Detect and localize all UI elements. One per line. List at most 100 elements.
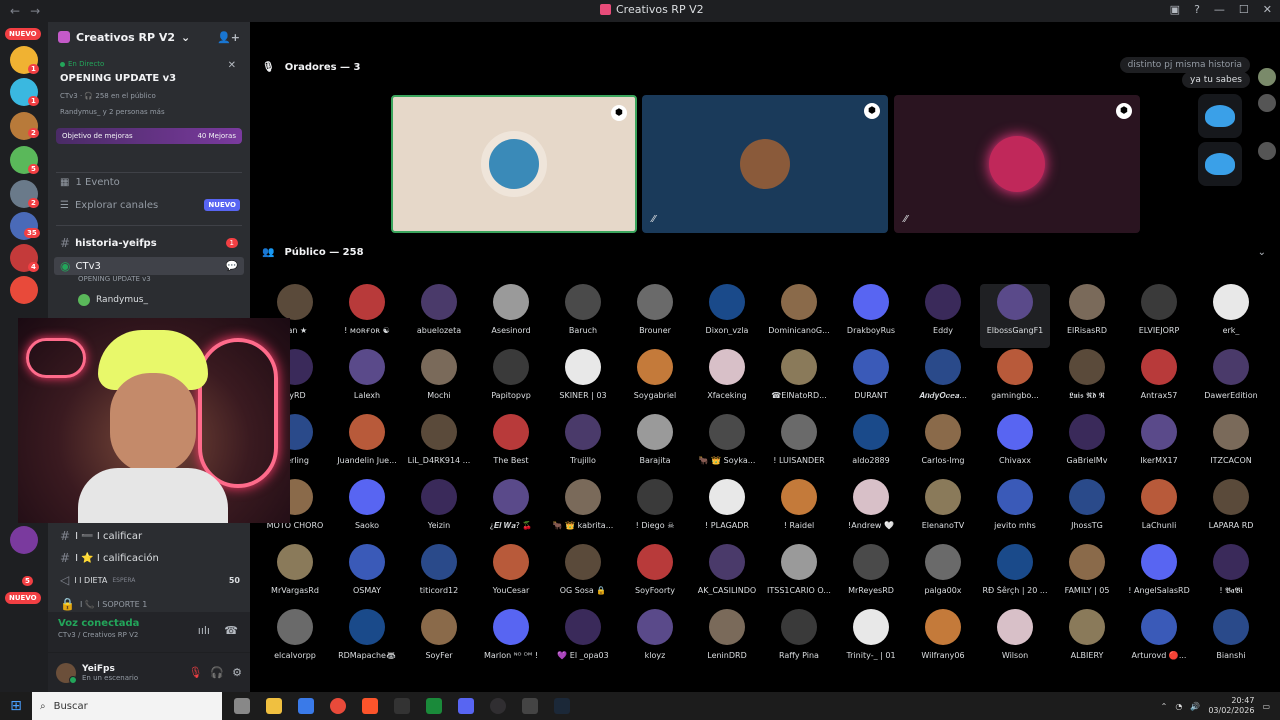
audience-member[interactable]: Lalexh	[332, 349, 402, 413]
audience-member[interactable]: 🐂 👑 Soyka...	[692, 414, 762, 478]
audience-member[interactable]: ! AngelSalasRD	[1124, 544, 1194, 608]
channel-historia-yeifps[interactable]: # historia-yeifps 1	[54, 234, 244, 252]
audience-member[interactable]: FAMILY | 05	[1052, 544, 1122, 608]
audience-member[interactable]: ! 𝕭𝖆𝕭𝖎	[1196, 544, 1266, 608]
windows-start-icon[interactable]: ⊞	[0, 698, 32, 714]
voice-user[interactable]: Randymus_	[78, 294, 148, 306]
audience-member[interactable]: erk_	[1196, 284, 1266, 348]
audience-member[interactable]: The Best	[476, 414, 546, 478]
audience-member[interactable]: DURANT	[836, 349, 906, 413]
audience-member[interactable]: 𝕷𝖚𝖎𝖘 𝕽𝖉 𝕽	[1052, 349, 1122, 413]
close-icon[interactable]: ✕	[228, 60, 236, 71]
live-event-card[interactable]: ✕ En Directo OPENING UPDATE v3 CTv3 · 🎧 …	[54, 54, 244, 122]
steam-icon[interactable]	[554, 698, 570, 714]
audience-member[interactable]: Wilson	[980, 609, 1050, 673]
audience-member[interactable]: kloyz	[620, 609, 690, 673]
avatar[interactable]	[56, 662, 77, 684]
close-button[interactable]: ✕	[1263, 3, 1272, 16]
channel-soporte[interactable]: 🔒 I 📞 I SOPORTE 1	[54, 595, 244, 613]
audience-member[interactable]: ¿𝑬𝒍 𝑾𝒂? 🍒	[476, 479, 546, 543]
sticker-icon[interactable]	[1198, 94, 1242, 138]
chrome-icon[interactable]	[330, 698, 346, 714]
audience-member[interactable]: IkerMX17	[1124, 414, 1194, 478]
audience-member[interactable]: LiL_D4RK914 ...	[404, 414, 474, 478]
audience-member[interactable]: Chivaxx	[980, 414, 1050, 478]
soundboard-icon[interactable]: ıılı	[198, 624, 210, 637]
minimize-button[interactable]: —	[1214, 3, 1225, 16]
audience-member[interactable]: ElRisasRD	[1052, 284, 1122, 348]
audience-member[interactable]: Bianshi	[1196, 609, 1266, 673]
audience-member[interactable]: Baruch	[548, 284, 618, 348]
audience-member[interactable]: LAPARA RD	[1196, 479, 1266, 543]
discord-icon[interactable]	[458, 698, 474, 714]
maximize-button[interactable]: ☐	[1239, 3, 1249, 16]
brave-icon[interactable]	[362, 698, 378, 714]
audience-member[interactable]: SKINER | 03	[548, 349, 618, 413]
audience-member[interactable]: ! ᴍᴏʀғᴏʀ ☯	[332, 284, 402, 348]
explore-channels[interactable]: ☰ Explorar canales NUEVO	[60, 199, 240, 211]
stage-channel-ctv3[interactable]: ◉ CTv3 💬	[54, 257, 244, 275]
audience-member[interactable]: LaChunli	[1124, 479, 1194, 543]
audience-member[interactable]: Dixon_vzla	[692, 284, 762, 348]
back-arrow-icon[interactable]: ←	[10, 4, 20, 18]
gear-icon[interactable]: ⚙	[232, 666, 242, 679]
store-icon[interactable]	[298, 698, 314, 714]
audience-member[interactable]: ! LUISANDER	[764, 414, 834, 478]
audience-member[interactable]: ELVIEJORP	[1124, 284, 1194, 348]
audience-member[interactable]: MrVargasRd	[260, 544, 330, 608]
speaker-tile[interactable]: ⬢ ⁄⁄	[894, 95, 1140, 233]
channel-calificar[interactable]: # I ➖ I calificar	[54, 527, 244, 545]
audience-member[interactable]: JhossTG	[1052, 479, 1122, 543]
audience-member[interactable]: SoyFoorty	[620, 544, 690, 608]
audience-member[interactable]: Asesinord	[476, 284, 546, 348]
audience-member[interactable]: RÐ Šêrçh | 20 ...	[980, 544, 1050, 608]
boost-goal[interactable]: Objetivo de mejoras 40 Mejoras	[56, 128, 242, 144]
voice-channel-label[interactable]: CTv3 / Creativos RP V2	[58, 631, 240, 639]
audience-member[interactable]: Raffy Pina	[764, 609, 834, 673]
mic-muted-icon[interactable]: 🎙	[188, 666, 202, 679]
audience-member[interactable]: OG Sosa 🔒	[548, 544, 618, 608]
headphones-icon[interactable]: 🎧	[210, 666, 224, 679]
audience-member[interactable]: jevito mhs	[980, 479, 1050, 543]
help-icon[interactable]: ?	[1194, 3, 1200, 16]
audience-member[interactable]: ElenanoTV	[908, 479, 978, 543]
audience-member[interactable]: !Andrew 🤍	[836, 479, 906, 543]
audience-member[interactable]: RDMapache🦝	[332, 609, 402, 673]
audience-member[interactable]: ! Raidel	[764, 479, 834, 543]
app-icon[interactable]	[522, 698, 538, 714]
inbox-icon[interactable]: ▣	[1170, 3, 1180, 16]
forward-arrow-icon[interactable]: →	[30, 4, 40, 18]
audience-member[interactable]: ☎ElNatoRD...	[764, 349, 834, 413]
audience-member[interactable]: Brouner	[620, 284, 690, 348]
audience-member[interactable]: Wilfrany06	[908, 609, 978, 673]
chevron-up-icon[interactable]: ⌃	[1161, 702, 1168, 711]
audience-member[interactable]: DominicanoG...	[764, 284, 834, 348]
audience-member[interactable]: palga00x	[908, 544, 978, 608]
audience-member[interactable]: ! Diego ☠	[620, 479, 690, 543]
audience-member[interactable]: DrakboyRus	[836, 284, 906, 348]
capcut-icon[interactable]	[394, 698, 410, 714]
obs-icon[interactable]	[490, 698, 506, 714]
speaker-tile[interactable]: ⬢	[391, 95, 637, 233]
audience-member[interactable]: Barajita	[620, 414, 690, 478]
audience-member[interactable]: LeninDRD	[692, 609, 762, 673]
avatar[interactable]	[1258, 68, 1276, 86]
audience-member[interactable]: Xfaceking	[692, 349, 762, 413]
server-header[interactable]: Creativos RP V2 ⌄ 👤+	[48, 22, 250, 52]
audience-member[interactable]: elcalvorpp	[260, 609, 330, 673]
wifi-icon[interactable]: ◔	[1175, 702, 1182, 711]
disconnect-icon[interactable]: ☎	[224, 624, 238, 637]
volume-icon[interactable]: 🔊	[1190, 702, 1200, 711]
audience-member[interactable]: ITSS1CARIO O...	[764, 544, 834, 608]
events-row[interactable]: ▦ 1 Evento	[60, 177, 120, 188]
avatar[interactable]	[1258, 94, 1276, 112]
channel-calificacion[interactable]: # I ⭐ I calificación	[54, 549, 244, 567]
audience-member[interactable]: aldo2889	[836, 414, 906, 478]
chevron-down-icon[interactable]: ⌄	[1258, 247, 1266, 258]
speaker-tile[interactable]: ⬢ ⁄⁄	[642, 95, 888, 233]
audience-member[interactable]: SoyFer	[404, 609, 474, 673]
chat-icon[interactable]: 💬	[226, 261, 238, 272]
audience-member[interactable]: Saoko	[332, 479, 402, 543]
audience-member[interactable]: Trinity-_ | 01	[836, 609, 906, 673]
audience-member[interactable]: Mochi	[404, 349, 474, 413]
